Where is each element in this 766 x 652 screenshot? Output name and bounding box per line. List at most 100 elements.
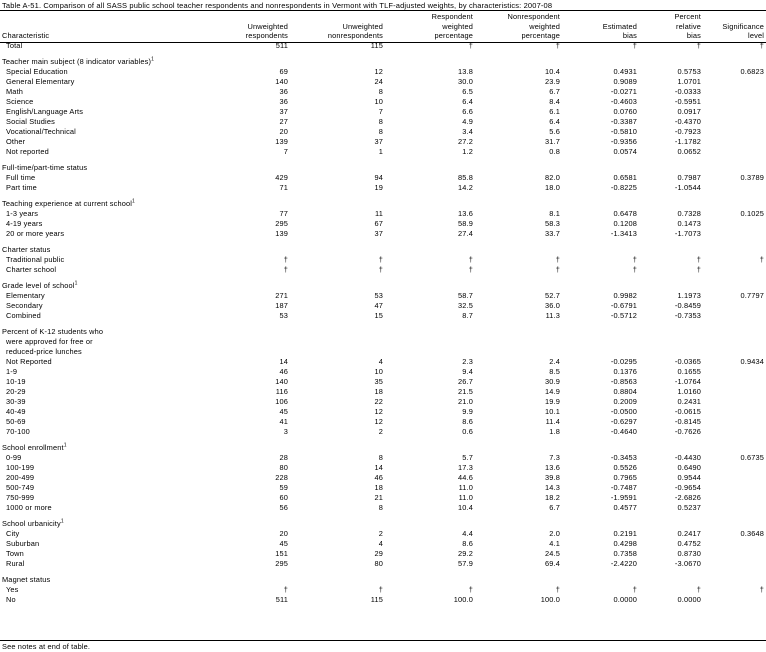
table-cell <box>703 417 766 427</box>
table-cell: 19.9 <box>545 397 560 406</box>
table-cell: 0.4752 <box>677 539 701 548</box>
table-cell: -0.0615 <box>674 407 701 416</box>
table-cell: 0.6490 <box>677 463 701 472</box>
table-cell: † <box>555 41 560 50</box>
table-cell: 82.0 <box>545 173 560 182</box>
row-label: Elementary <box>6 291 45 300</box>
table-cell: 3 <box>283 427 288 436</box>
table-cell: 29 <box>374 549 383 558</box>
table-cell: 0.6478 <box>613 209 637 218</box>
header-line: Significance <box>722 21 764 31</box>
table-cell: -0.4370 <box>674 117 701 126</box>
table-cell: 0.1655 <box>677 367 701 376</box>
section-heading-label: Teaching experience at current school <box>2 199 133 208</box>
table-cell: -0.5951 <box>674 97 701 106</box>
table-cell: 0.8730 <box>677 549 701 558</box>
table-cell: 71 <box>279 183 288 192</box>
table-cell: 6.7 <box>549 503 560 512</box>
row-label: Full time <box>6 173 36 182</box>
table-cell: 0.1208 <box>613 219 637 228</box>
table-cell: 0.3648 <box>740 529 764 538</box>
table-cell: 18 <box>374 387 383 396</box>
table-cell: 429 <box>275 173 288 182</box>
table-cell: 14 <box>279 357 288 366</box>
table-cell <box>703 107 766 117</box>
table-cell: 0.7987 <box>677 173 701 182</box>
table-cell: 0.2009 <box>613 397 637 406</box>
header-line: weighted <box>529 21 560 31</box>
table-row: Not Reported 14 4 2.3 2.4 -0.0295 -0.0365 0.943… <box>0 357 766 367</box>
table-cell <box>703 493 766 503</box>
table-cell: † <box>283 265 288 274</box>
table-cell: 13.8 <box>458 67 473 76</box>
table-cell: -2.6826 <box>674 493 701 502</box>
row-label: 200-499 <box>6 473 35 482</box>
table-row: 70-100 3 2 0.6 1.8 -0.4640 -0.7626 <box>0 427 766 437</box>
row-label: Part time <box>6 183 37 192</box>
table-cell: 0.8804 <box>613 387 637 396</box>
table-row: Special Education 69 12 13.8 10.4 0.4931 0.575… <box>0 67 766 77</box>
table-cell <box>703 483 766 493</box>
table-cell: 57.9 <box>458 559 473 568</box>
table-cell: 2.3 <box>462 357 473 366</box>
table-cell: 6.4 <box>462 97 473 106</box>
section-heading: were approved for free or <box>0 337 766 347</box>
table-cell: 46 <box>279 367 288 376</box>
table-cell: 0.5526 <box>613 463 637 472</box>
section-heading-row: School urbanicity1 <box>0 519 766 529</box>
table-row: Total 511 115 † † † † † <box>0 41 766 51</box>
table-cell: -1.3413 <box>610 229 637 238</box>
header-line: percentage <box>521 31 560 41</box>
table-cell: 85.8 <box>458 173 473 182</box>
table-cell <box>703 367 766 377</box>
section-heading-row: School enrollment1 <box>0 443 766 453</box>
table-row: Social Studies 27 8 4.9 6.4 -0.3387 -0.4370 <box>0 117 766 127</box>
table-row: Combined 53 15 8.7 11.3 -0.5712 -0.7353 <box>0 311 766 321</box>
table-cell: 4.9 <box>462 117 473 126</box>
row-label: No <box>6 595 16 604</box>
table-cell: -0.8459 <box>674 301 701 310</box>
table-row: 0-99 28 8 5.7 7.3 -0.3453 -0.4430 0.6735 <box>0 453 766 463</box>
table-cell <box>703 301 766 311</box>
column-header-6: Percent relative bias <box>639 11 703 41</box>
section-heading-row: Charter status <box>0 245 766 255</box>
row-label: 50-69 <box>6 417 26 426</box>
table-row: City 20 2 4.4 2.0 0.2191 0.2417 0.3648 <box>0 529 766 539</box>
table-cell <box>703 503 766 513</box>
table-cell: 45 <box>279 539 288 548</box>
table-cell: 0.0652 <box>677 147 701 156</box>
table-cell: -0.0295 <box>610 357 637 366</box>
section-heading-label: were approved for free or <box>6 337 93 346</box>
table-cell <box>703 539 766 549</box>
table-cell: -0.3453 <box>610 453 637 462</box>
header-line: Unweighted <box>342 21 383 31</box>
column-header-7: Significance level <box>703 11 766 41</box>
table-cell: 12 <box>374 67 383 76</box>
table-cell: 7.3 <box>549 453 560 462</box>
table-cell <box>703 117 766 127</box>
table-row: 50-69 41 12 8.6 11.4 -0.6297 -0.8145 <box>0 417 766 427</box>
row-label: 500-749 <box>6 483 35 492</box>
table-cell: 1.8 <box>549 427 560 436</box>
table-cell: 0.9434 <box>740 357 764 366</box>
column-header-2: Unweighted nonrespondents <box>290 11 385 41</box>
table-row: Suburban 45 4 8.6 4.1 0.4298 0.4752 <box>0 539 766 549</box>
table-cell: 36.0 <box>545 301 560 310</box>
table-cell: 1.0701 <box>677 77 701 86</box>
table-row: 20-29 116 18 21.5 14.9 0.8804 1.0160 <box>0 387 766 397</box>
table-cell: 0.6 <box>462 427 473 436</box>
table-footnote: See notes at end of table. <box>2 642 91 651</box>
table-cell: 8 <box>378 87 383 96</box>
footnote-marker: 1 <box>132 198 135 205</box>
table-cell: 13.6 <box>458 209 473 218</box>
table-cell: 45 <box>279 407 288 416</box>
section-heading-row: Teacher main subject (8 indicator variab… <box>0 57 766 67</box>
table-cell: 8.7 <box>462 311 473 320</box>
section-heading-row: Full-time/part-time status <box>0 163 766 173</box>
row-label: Combined <box>6 311 41 320</box>
table-cell: -1.0544 <box>674 183 701 192</box>
table-cell <box>703 87 766 97</box>
table-cell: 1 <box>378 147 383 156</box>
table-cell: 77 <box>279 209 288 218</box>
table-cell: 116 <box>275 387 288 396</box>
